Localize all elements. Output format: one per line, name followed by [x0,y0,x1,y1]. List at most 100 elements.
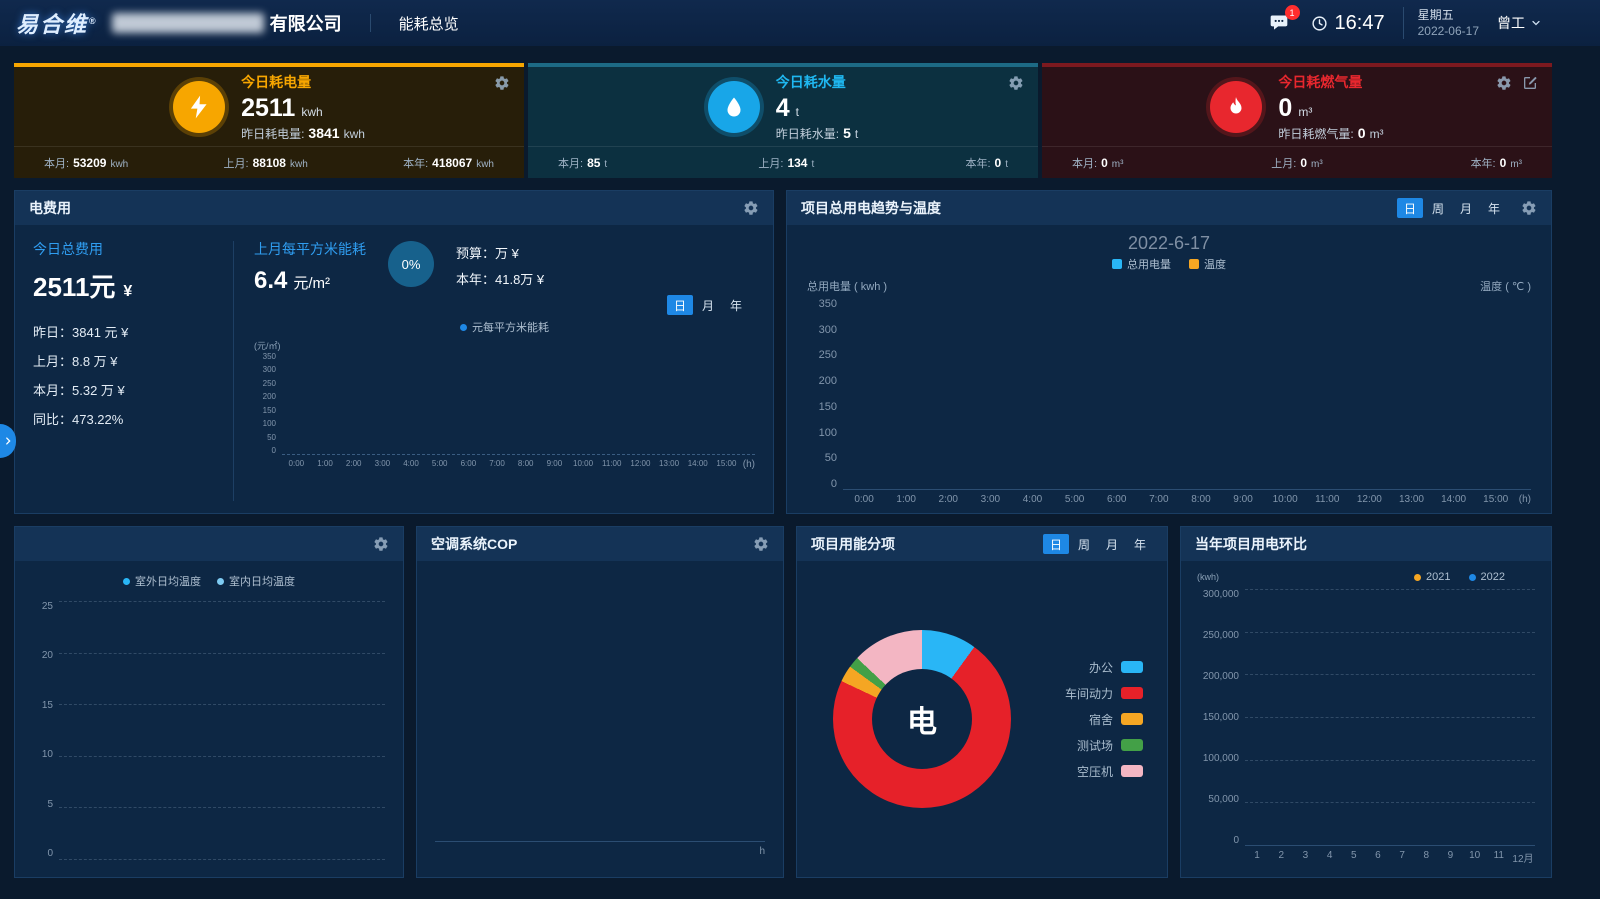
messages-button[interactable]: 1 [1265,9,1293,37]
x-tick-label: 10 [1463,846,1487,865]
legend-item[interactable]: 温度 [1189,256,1226,272]
user-menu[interactable]: 曾工 [1497,13,1542,33]
y-tick-label: 250,000 [1203,630,1239,641]
gridline [1245,717,1535,718]
x-tick-label: 6:00 [454,455,483,470]
weekday: 星期五 [1418,7,1479,23]
panel-hvac-cop: 空调系统COP h [416,526,784,878]
stat-month: 本月:53209kwh [44,155,128,171]
stat-last-month: 上月:0m³ [1271,155,1322,171]
x-tick-label: 7:00 [1138,490,1180,505]
flame-icon [1210,81,1262,133]
kpi-title: 今日耗燃气量 [1278,72,1383,92]
panel-title: 当年项目用电环比 [1195,534,1307,554]
x-tick-label: 3:00 [969,490,1011,505]
x-tick-label: 7:00 [483,455,512,470]
panel-electricity-cost: 电费用 今日总费用 2511元¥ 昨日：3841 元 ¥ 上月：8.8 万 ¥ … [14,190,774,514]
legend-item[interactable]: 室外日均温度 [123,573,201,589]
legend-item[interactable]: 测试场 [1065,737,1143,754]
y-tick-label: 0 [272,446,276,455]
legend-item[interactable]: 2022 [1469,571,1505,583]
yoy-bar-chart: 300,000250,000200,000150,000100,00050,00… [1197,589,1535,865]
divider [233,241,234,501]
panel-energy-breakdown: 项目用能分项 日 周 月 年 电 办公车间动力宿舍测试场空压机 [796,526,1168,878]
tab-month[interactable]: 月 [1453,198,1479,218]
y-axis: 300,000250,000200,000150,000100,00050,00… [1197,589,1245,846]
panel-header: 项目总用电趋势与温度 日 周 月 年 [787,191,1551,225]
gridline [1245,802,1535,803]
y-tick-label: 15 [42,700,53,711]
gear-icon[interactable] [373,536,389,552]
y-tick-label: 25 [42,601,53,612]
topbar-right: 1 16:47 星期五 2022-06-17 曾工 [1265,7,1542,39]
tab-month[interactable]: 月 [695,295,721,315]
x-tick-label: 2:00 [339,455,368,470]
energy-breakdown-donut: 电 [833,630,1011,808]
legend-item[interactable]: 宿舍 [1065,711,1143,728]
legend-marker [1189,259,1199,269]
nav-item-energy-overview[interactable]: 能耗总览 [399,13,459,34]
legend-item[interactable]: 空压机 [1065,763,1143,780]
gear-icon[interactable] [1521,200,1537,216]
date-display: 星期五 2022-06-17 [1403,7,1479,39]
gridline [59,704,385,705]
legend-item[interactable]: 室内日均温度 [217,573,295,589]
gear-icon[interactable] [753,536,769,552]
tab-day[interactable]: 日 [1043,534,1069,554]
x-axis-unit: h [759,846,765,857]
tab-year[interactable]: 年 [1127,534,1153,554]
y-tick-label: 50,000 [1208,794,1239,805]
legend-marker [1121,739,1143,751]
plot-area [282,352,755,455]
legend-item[interactable]: 总用电量 [1112,256,1171,272]
tab-year[interactable]: 年 [723,295,749,315]
stat-year: 本年:418067kwh [403,155,494,171]
gridline [59,859,385,860]
legend-item[interactable]: 办公 [1065,659,1143,676]
gear-icon[interactable] [494,75,510,91]
tab-month[interactable]: 月 [1099,534,1125,554]
y-tick-label: 350 [819,298,837,310]
tab-week[interactable]: 周 [1071,534,1097,554]
legend-item[interactable]: 2021 [1414,571,1450,583]
legend-label: 2021 [1426,571,1450,583]
x-tick-label: 12:00 [626,455,655,470]
gridline [1245,632,1535,633]
x-tick-label: 14:00 [683,455,712,470]
legend-label: 2022 [1481,571,1505,583]
edit-icon[interactable] [1522,75,1538,91]
gear-icon[interactable] [1496,75,1512,91]
x-tick-label: 1:00 [885,490,927,505]
x-tick-label: 1 [1245,846,1269,865]
x-tick-label: 4:00 [397,455,426,470]
kpi-card-gas: 今日耗燃气量 0m³ 昨日耗燃气量:0m³ 本月:0m³ 上月:0m³ 本年:0… [1042,63,1552,178]
kpi-title: 今日耗电量 [241,72,365,92]
total-electricity-trend-chart: 350300250200150100500 0:001:002:003:004:… [807,298,1531,505]
tab-year[interactable]: 年 [1481,198,1507,218]
legend-marker [1121,687,1143,699]
cost-chart-legend: 元每平方米能耗 [254,319,755,335]
plot-area [1245,589,1535,846]
topbar: 易合维® 有限公司 能耗总览 1 16:47 星期五 2022-06-17 曾工 [0,0,1600,46]
donut-center-label: 电 [907,697,937,741]
gridline [59,807,385,808]
gear-icon[interactable] [1008,75,1024,91]
cost-per-sqm-chart: 350300250200150100500 0:001:002:003:004:… [254,352,755,470]
tab-day[interactable]: 日 [1397,198,1423,218]
kpi-unit: kwh [301,105,322,119]
app-logo: 易合维® [16,7,98,39]
legend-item[interactable]: 元每平方米能耗 [460,319,549,335]
x-tick-label: 10:00 [1264,490,1306,505]
gear-icon[interactable] [743,200,759,216]
gridline [1245,760,1535,761]
chevron-down-icon [1530,17,1542,29]
tab-week[interactable]: 周 [1425,198,1451,218]
x-tick-label: 1:00 [311,455,340,470]
legend-marker [460,324,467,331]
panel-title: 电费用 [29,198,71,218]
kpi-unit: t [796,105,799,119]
tab-day[interactable]: 日 [667,295,693,315]
legend-item[interactable]: 车间动力 [1065,685,1143,702]
kpi-card-water: 今日耗水量 4t 昨日耗水量:5t 本月:85t 上月:134t 本年:0t [528,63,1038,178]
gridline [59,653,385,654]
